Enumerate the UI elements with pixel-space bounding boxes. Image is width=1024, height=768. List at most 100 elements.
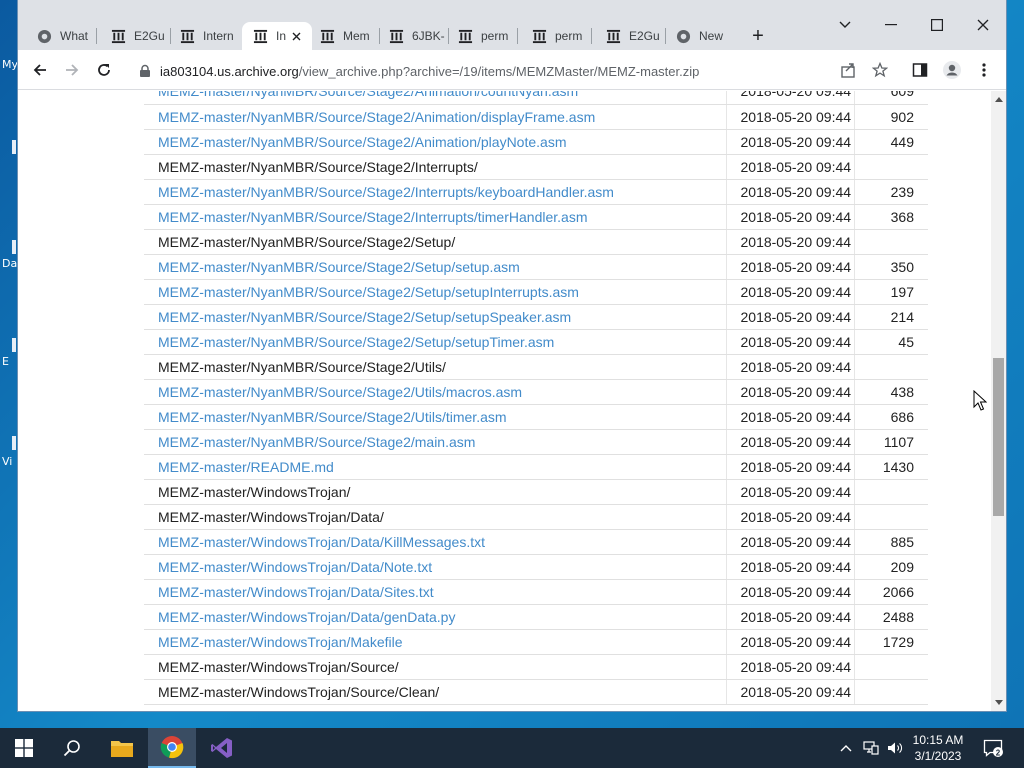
browser-tab[interactable]: Intern (169, 22, 237, 50)
file-date-cell: 2018-05-20 09:44 (725, 279, 854, 305)
search-icon[interactable] (48, 728, 96, 768)
notification-center-icon[interactable]: 2 (980, 728, 1006, 768)
file-date-cell: 2018-05-20 09:44 (725, 254, 854, 280)
file-link[interactable]: MEMZ-master/NyanMBR/Source/Stage2/Setup/… (158, 309, 571, 325)
browser-tab[interactable]: E2Gu (595, 22, 663, 50)
file-date-cell: 2018-05-20 09:44 (725, 504, 854, 530)
file-link[interactable]: MEMZ-master/NyanMBR/Source/Stage2/Animat… (158, 91, 578, 99)
table-row: MEMZ-master/NyanMBR/Source/Stage2/Animat… (144, 129, 928, 155)
browser-tab[interactable]: Mem (309, 22, 377, 50)
file-link[interactable]: MEMZ-master/NyanMBR/Source/Stage2/Interr… (158, 209, 587, 225)
side-panel-icon[interactable] (909, 59, 931, 81)
file-link[interactable]: MEMZ-master/NyanMBR/Source/Stage2/Setup/… (158, 284, 579, 300)
file-date-cell: 2018-05-20 09:44 (725, 629, 854, 655)
file-explorer-icon[interactable] (98, 728, 146, 768)
tab-title: perm (555, 29, 583, 43)
kebab-menu-icon[interactable] (973, 59, 995, 81)
address-bar[interactable]: ia803104.us.archive.org/view_archive.php… (128, 57, 896, 85)
file-name-cell: MEMZ-master/WindowsTrojan/Source/ (144, 654, 726, 680)
browser-tab[interactable]: New (665, 22, 733, 50)
file-link[interactable]: MEMZ-master/WindowsTrojan/Data/genData.p… (158, 609, 455, 625)
file-size-cell: 609 (853, 91, 928, 105)
file-name-cell: MEMZ-master/WindowsTrojan/Makefile (144, 629, 726, 655)
table-row: MEMZ-master/NyanMBR/Source/Stage2/Utils/… (144, 404, 928, 430)
file-link[interactable]: MEMZ-master/NyanMBR/Source/Stage2/main.a… (158, 434, 475, 450)
file-link[interactable]: MEMZ-master/WindowsTrojan/Data/Note.txt (158, 559, 432, 575)
file-link[interactable]: MEMZ-master/NyanMBR/Source/Stage2/Animat… (158, 134, 566, 150)
browser-tab[interactable]: perm (447, 22, 515, 50)
table-row: MEMZ-master/README.md 2018-05-20 09:44 143… (144, 454, 928, 480)
volume-icon[interactable] (884, 728, 906, 768)
bookmark-star-icon[interactable] (869, 59, 891, 81)
chrome-taskbar-icon[interactable] (148, 728, 196, 768)
table-row: MEMZ-master/NyanMBR/Source/Stage2/Animat… (144, 104, 928, 130)
file-link[interactable]: MEMZ-master/README.md (158, 459, 334, 475)
desktop-icon[interactable] (12, 140, 16, 154)
table-row: MEMZ-master/NyanMBR/Source/Stage2/main.a… (144, 429, 928, 455)
file-link[interactable]: MEMZ-master/WindowsTrojan/Data/KillMessa… (158, 534, 485, 550)
file-date-cell: 2018-05-20 09:44 (725, 179, 854, 205)
desktop-icon-label[interactable]: Da (2, 257, 17, 270)
scrollbar-thumb[interactable] (993, 358, 1004, 516)
file-size-cell: 209 (853, 554, 928, 580)
close-tab-icon[interactable] (288, 28, 304, 44)
browser-tab[interactable]: In (242, 22, 312, 50)
file-size-cell: 197 (853, 279, 928, 305)
file-link[interactable]: MEMZ-master/NyanMBR/Source/Stage2/Setup/… (158, 334, 554, 350)
new-tab-button[interactable]: + (746, 24, 770, 48)
archive-icon (457, 28, 473, 44)
browser-tab[interactable]: E2Gu (100, 22, 168, 50)
desktop-icon-label[interactable]: Vi (2, 455, 12, 468)
browser-tab[interactable]: 6JBK- (378, 22, 446, 50)
file-name-cell: MEMZ-master/NyanMBR/Source/Stage2/Animat… (144, 104, 726, 130)
tab-search-icon[interactable] (822, 8, 868, 42)
profile-avatar-icon[interactable] (941, 59, 963, 81)
table-row: MEMZ-master/NyanMBR/Source/Stage2/Setup/… (144, 329, 928, 355)
network-icon[interactable] (860, 728, 882, 768)
start-button[interactable] (0, 728, 48, 768)
file-size-cell: 350 (853, 254, 928, 280)
share-icon[interactable] (837, 59, 859, 81)
maximize-button[interactable] (914, 8, 960, 42)
directory-name: MEMZ-master/NyanMBR/Source/Stage2/Utils/ (158, 358, 446, 375)
desktop-icon-label[interactable]: E (2, 355, 9, 368)
vertical-scrollbar[interactable] (991, 91, 1006, 711)
file-link[interactable]: MEMZ-master/WindowsTrojan/Makefile (158, 634, 403, 650)
show-hidden-icons-chevron-icon[interactable] (836, 728, 856, 768)
file-link[interactable]: MEMZ-master/NyanMBR/Source/Stage2/Utils/… (158, 384, 522, 400)
reload-button[interactable] (92, 58, 116, 82)
file-link[interactable]: MEMZ-master/NyanMBR/Source/Stage2/Interr… (158, 184, 614, 200)
file-name-cell: MEMZ-master/NyanMBR/Source/Stage2/Interr… (144, 179, 726, 205)
tab-title: Intern (203, 29, 234, 43)
table-row: MEMZ-master/WindowsTrojan/Data/2018-05-2… (144, 504, 928, 530)
file-link[interactable]: MEMZ-master/NyanMBR/Source/Stage2/Animat… (158, 109, 595, 125)
desktop-icon-label[interactable]: My (2, 58, 18, 71)
taskbar-clock[interactable]: 10:15 AM 3/1/2023 (906, 732, 970, 764)
desktop-icon[interactable] (12, 240, 16, 254)
table-row: MEMZ-master/NyanMBR/Source/Stage2/Setup/… (144, 229, 928, 255)
minimize-button[interactable] (868, 8, 914, 42)
visual-studio-icon[interactable] (198, 728, 246, 768)
file-name-cell: MEMZ-master/NyanMBR/Source/Stage2/Setup/… (144, 254, 726, 280)
file-link[interactable]: MEMZ-master/WindowsTrojan/Data/Sites.txt (158, 584, 434, 600)
forward-button[interactable] (60, 58, 84, 82)
file-size-cell (853, 479, 928, 505)
tab-separator (96, 28, 97, 44)
file-link[interactable]: MEMZ-master/NyanMBR/Source/Stage2/Utils/… (158, 409, 507, 425)
close-window-button[interactable] (960, 8, 1006, 42)
mouse-cursor-icon (973, 389, 988, 417)
lock-icon (140, 64, 150, 77)
tab-separator (517, 28, 518, 44)
file-date-cell: 2018-05-20 09:44 (725, 654, 854, 680)
file-name-cell: MEMZ-master/README.md (144, 454, 726, 480)
file-link[interactable]: MEMZ-master/NyanMBR/Source/Stage2/Setup/… (158, 259, 520, 275)
scroll-down-arrow-icon[interactable] (991, 694, 1006, 711)
browser-tab[interactable]: What (26, 22, 94, 50)
browser-tab[interactable]: perm (521, 22, 589, 50)
scroll-up-arrow-icon[interactable] (991, 91, 1006, 108)
back-button[interactable] (28, 58, 52, 82)
file-size-cell: 214 (853, 304, 928, 330)
desktop-icon[interactable] (12, 436, 16, 450)
desktop-icon[interactable] (12, 338, 16, 352)
file-date-cell: 2018-05-20 09:44 (725, 404, 854, 430)
